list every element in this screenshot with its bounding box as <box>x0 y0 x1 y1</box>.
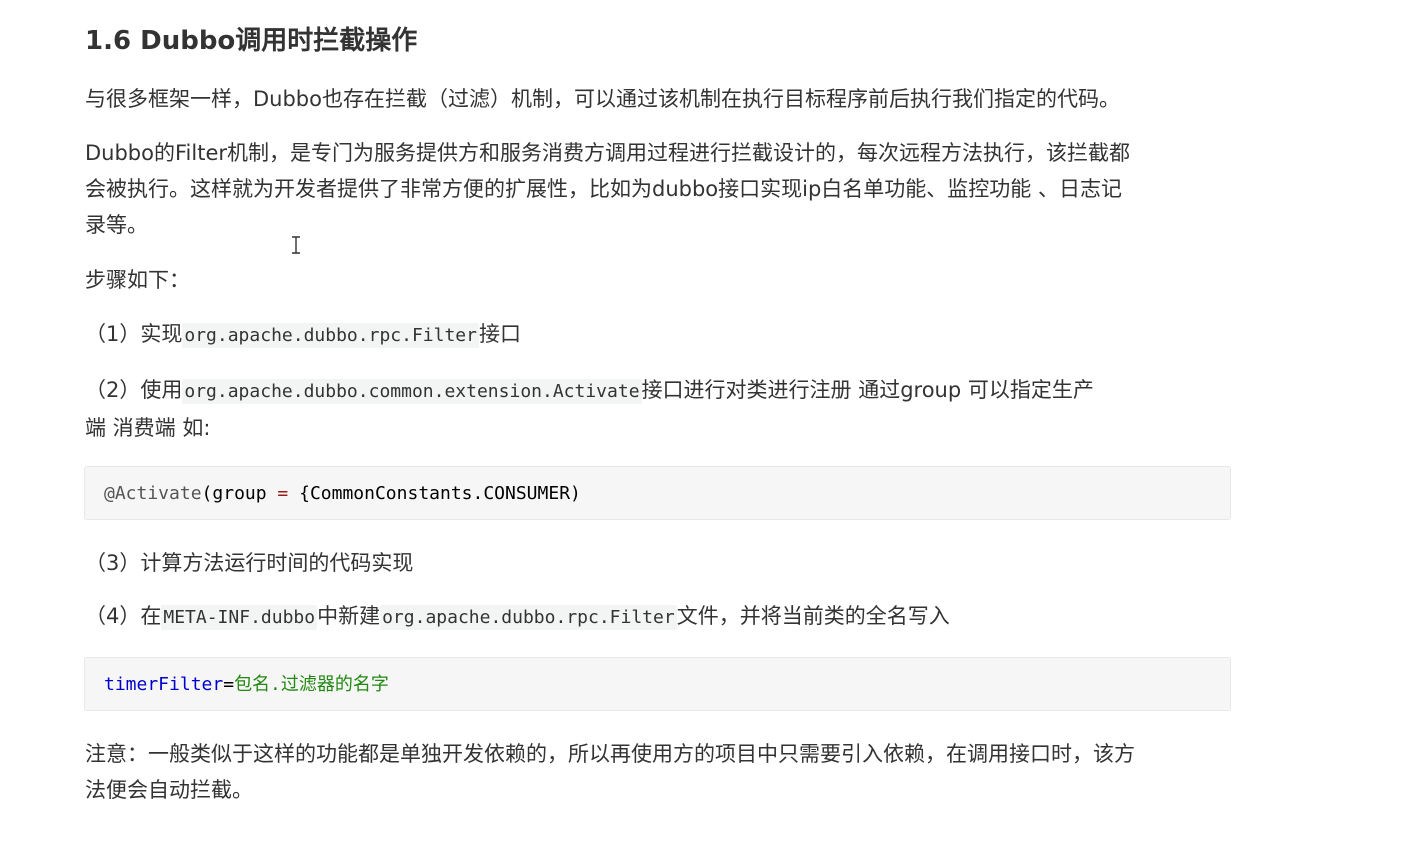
step-4-code-1: META-INF.dubbo <box>161 605 318 630</box>
step-2: （2）使用 org.apache.dubbo.common.extension.A… <box>85 372 1094 446</box>
filter-paragraph: Dubbo的Filter机制，是专门为服务提供方和服务消费方调用过程进行拦截设计… <box>85 135 1130 243</box>
code-assign-operator: = <box>277 483 289 504</box>
step-3: （3）计算方法运行时间的代码实现 <box>85 551 414 575</box>
step-1-prefix: （1）实现 <box>85 322 183 346</box>
intro-paragraph: 与很多框架一样，Dubbo也存在拦截（过滤）机制，可以通过该机制在执行目标程序前… <box>85 81 1120 117</box>
code-constants: {CommonConstants.CONSUMER) <box>299 483 581 504</box>
intro-text: 与很多框架一样，Dubbo也存在拦截（过滤）机制，可以通过该机制在执行目标程序前… <box>85 87 1120 111</box>
config-key: timerFilter <box>104 674 224 695</box>
step-2-line-2: 端 消费端 如: <box>85 416 211 440</box>
activate-code-block: @Activate(group = {CommonConstants.CONSU… <box>84 466 1231 520</box>
code-annotation: @Activate <box>104 483 202 504</box>
step-4-code-2: org.apache.dubbo.rpc.Filter <box>380 605 677 630</box>
step-4-suffix: 文件，并将当前类的全名写入 <box>676 604 950 628</box>
code-open-paren: ( <box>201 483 213 504</box>
step-1: （1）实现 org.apache.dubbo.rpc.Filter接口 <box>85 316 521 354</box>
note-line-1: 注意：一般类似于这样的功能都是单独开发依赖的，所以再使用方的项目中只需要引入依赖… <box>85 742 1135 766</box>
note-paragraph: 注意：一般类似于这样的功能都是单独开发依赖的，所以再使用方的项目中只需要引入依赖… <box>85 736 1135 808</box>
filter-config-code-block: timerFilter=包名.过滤器的名字 <box>84 657 1231 711</box>
step-1-suffix: 接口 <box>478 322 521 346</box>
section-title: 1.6 Dubbo调用时拦截操作 <box>85 26 418 56</box>
step-4-prefix: （4）在 <box>85 604 162 628</box>
step-1-code: org.apache.dubbo.rpc.Filter <box>182 323 479 348</box>
steps-heading: 步骤如下： <box>85 268 190 292</box>
step-2-code: org.apache.dubbo.common.extension.Activa… <box>182 379 642 404</box>
text-cursor-icon <box>292 236 300 254</box>
step-2-prefix: （2）使用 <box>85 378 183 402</box>
filter-line-1: Dubbo的Filter机制，是专门为服务提供方和服务消费方调用过程进行拦截设计… <box>85 141 1130 165</box>
filter-line-2: 会被执行。这样就为开发者提供了非常方便的扩展性，比如为dubbo接口实现ip白名… <box>85 177 1122 201</box>
code-group-ident: group <box>212 483 267 504</box>
step-4: （4）在 META-INF.dubbo中新建 org.apache.dubbo.rp… <box>85 598 950 636</box>
step-4-middle: 中新建 <box>317 604 381 628</box>
step-2-suffix: 接口进行对类进行注册 通过group 可以指定生产 <box>641 378 1094 402</box>
filter-line-3: 录等。 <box>85 213 148 237</box>
config-equals: = <box>223 674 235 695</box>
config-value: 包名.过滤器的名字 <box>234 674 389 695</box>
note-line-2: 法便会自动拦截。 <box>85 778 253 802</box>
